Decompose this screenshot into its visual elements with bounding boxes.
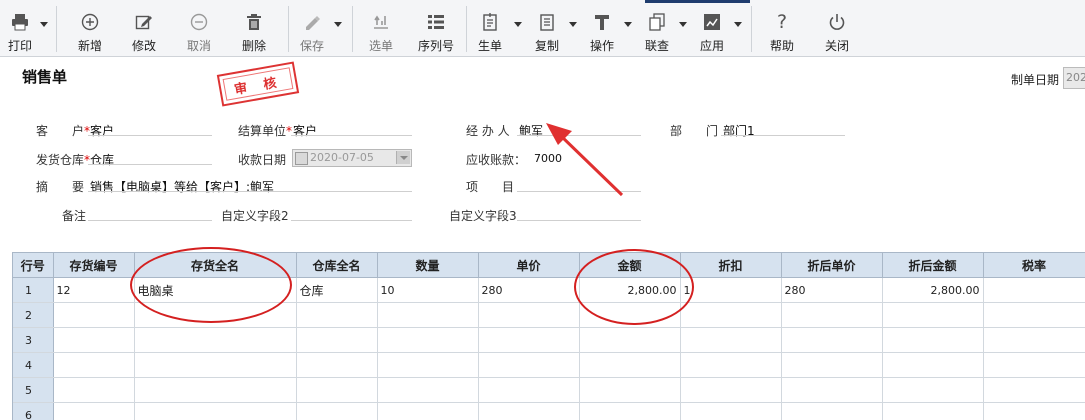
receipt-date-checkbox[interactable]	[295, 152, 308, 165]
operation-button[interactable]: 操作	[581, 0, 623, 56]
copy-icon	[538, 13, 556, 31]
handler-field[interactable]: 鲍军	[519, 122, 543, 139]
cancel-button[interactable]: 取消	[173, 0, 225, 56]
add-icon	[81, 13, 99, 31]
apply-button[interactable]: 应用	[691, 0, 733, 56]
customer-label: 客 户*	[36, 122, 90, 139]
print-button[interactable]: 打印	[0, 0, 40, 56]
row-number: 1	[13, 278, 53, 303]
row-number: 3	[13, 328, 53, 353]
col-header-item-code[interactable]: 存货编号	[53, 253, 134, 278]
customer-field[interactable]: 客户	[90, 122, 114, 139]
project-label: 项 目	[466, 178, 514, 195]
custom-field-3-label: 自定义字段3	[449, 207, 517, 224]
page-title: 销售单	[22, 66, 67, 87]
chevron-down-icon[interactable]	[396, 151, 410, 164]
cell-discount-amount[interactable]: 2,800.00	[882, 278, 983, 303]
table-row[interactable]: 5	[13, 378, 1085, 403]
settle-unit-label: 结算单位*	[238, 122, 292, 139]
print-dropdown-caret[interactable]	[40, 22, 48, 27]
col-header-quantity[interactable]: 数量	[377, 253, 478, 278]
annotation-circle-item-name	[130, 247, 292, 323]
linked-query-button[interactable]: 联查	[636, 0, 678, 56]
summary-label: 摘 要	[36, 178, 84, 195]
save-dropdown-caret[interactable]	[334, 22, 342, 27]
operation-dropdown-caret[interactable]	[624, 22, 632, 27]
annotation-circle-amount	[574, 249, 694, 325]
col-header-tax-rate[interactable]: 税率	[983, 253, 1085, 278]
settle-unit-field[interactable]: 客户	[293, 122, 317, 139]
save-button[interactable]: 保存	[292, 0, 332, 56]
create-date-field[interactable]: 202	[1063, 67, 1085, 89]
audit-stamp: 审 核	[217, 61, 299, 106]
col-header-price[interactable]: 单价	[478, 253, 579, 278]
row-number: 4	[13, 353, 53, 378]
row-number: 5	[13, 378, 53, 403]
apply-icon	[703, 13, 721, 31]
generate-bill-button[interactable]: 生单	[470, 0, 510, 56]
receivable-label: 应收账款：	[466, 151, 526, 168]
warehouse-field[interactable]: 仓库	[90, 151, 114, 168]
col-header-row-no[interactable]: 行号	[13, 253, 53, 278]
select-bill-button[interactable]: 选单	[355, 0, 407, 56]
delete-button[interactable]: 删除	[228, 0, 280, 56]
help-icon: ?	[777, 11, 787, 33]
select-bill-icon	[372, 13, 390, 31]
col-header-discount-amount[interactable]: 折后金额	[882, 253, 983, 278]
edit-button[interactable]: 修改	[118, 0, 170, 56]
custom-field-2-label: 自定义字段2	[221, 207, 289, 224]
col-header-warehouse[interactable]: 仓库全名	[296, 253, 377, 278]
table-row[interactable]: 3	[13, 328, 1085, 353]
cell-item-code[interactable]: 12	[53, 278, 134, 303]
row-number: 2	[13, 303, 53, 328]
cell-tax-rate[interactable]	[983, 278, 1085, 303]
receivable-value: 7000	[534, 152, 562, 165]
printer-icon	[11, 13, 29, 31]
cell-discount-price[interactable]: 280	[781, 278, 882, 303]
cell-discount[interactable]: 1	[680, 278, 781, 303]
department-label: 部 门	[670, 122, 718, 139]
cell-price[interactable]: 280	[478, 278, 579, 303]
receipt-date-picker[interactable]: 2020-07-05	[292, 149, 412, 167]
copy-button[interactable]: 复制	[526, 0, 568, 56]
handler-label: 经 办 人	[466, 122, 510, 139]
receipt-date-label: 收款日期	[238, 151, 286, 168]
copy-dropdown-caret[interactable]	[569, 22, 577, 27]
serial-number-button[interactable]: 序列号	[410, 0, 462, 56]
save-icon	[303, 13, 321, 31]
close-button[interactable]: 关闭	[811, 0, 863, 56]
trash-icon	[245, 13, 263, 31]
table-row[interactable]: 4	[13, 353, 1085, 378]
generate-bill-dropdown-caret[interactable]	[514, 22, 522, 27]
warehouse-label: 发货仓库*	[36, 151, 90, 168]
department-field[interactable]: 部门1	[723, 122, 755, 139]
toolbar: 打印 新增 修改 取消 删除 保存 选单 序列号 生单 复制	[0, 0, 1085, 57]
linked-query-icon	[648, 13, 666, 31]
apply-dropdown-caret[interactable]	[734, 22, 742, 27]
linked-query-dropdown-caret[interactable]	[679, 22, 687, 27]
cell-warehouse[interactable]: 仓库	[296, 278, 377, 303]
power-icon	[828, 13, 846, 31]
summary-field[interactable]: 销售【电脑桌】等给【客户】:鲍军	[90, 178, 274, 195]
operation-icon	[593, 13, 611, 31]
cell-quantity[interactable]: 10	[377, 278, 478, 303]
cancel-icon	[190, 13, 208, 31]
remark-label: 备注	[62, 207, 86, 224]
edit-icon	[135, 13, 153, 31]
help-button[interactable]: ? 帮助	[756, 0, 808, 56]
create-date-label: 制单日期	[1011, 71, 1059, 88]
generate-bill-icon	[481, 13, 499, 31]
table-row[interactable]: 6	[13, 403, 1085, 420]
row-number: 6	[13, 403, 53, 420]
add-button[interactable]: 新增	[64, 0, 116, 56]
col-header-discount[interactable]: 折扣	[680, 253, 781, 278]
serial-list-icon	[427, 13, 445, 31]
col-header-discount-price[interactable]: 折后单价	[781, 253, 882, 278]
